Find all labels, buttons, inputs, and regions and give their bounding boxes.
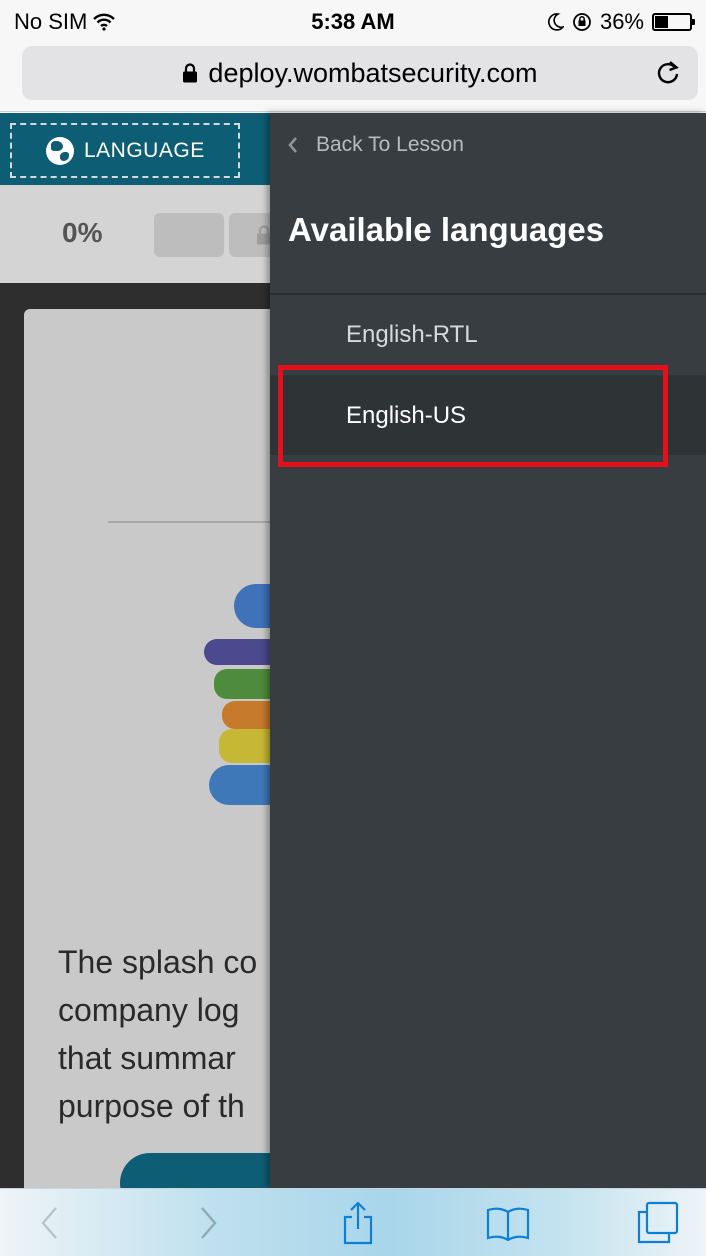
lock-icon — [183, 63, 198, 83]
back-button[interactable] — [28, 1201, 72, 1245]
reload-icon[interactable] — [654, 58, 682, 86]
forward-button[interactable] — [186, 1201, 230, 1245]
browser-toolbar — [0, 1188, 706, 1256]
url-field[interactable]: deploy.wombatsecurity.com — [22, 46, 698, 100]
share-icon — [343, 1201, 373, 1245]
battery-fill — [655, 16, 668, 28]
share-button[interactable] — [336, 1201, 380, 1245]
back-to-lesson-link[interactable]: Back To Lesson — [286, 133, 464, 157]
progress-segment — [154, 213, 224, 257]
rotation-lock-icon — [573, 13, 591, 31]
back-icon — [41, 1207, 57, 1239]
battery-percent: 36% — [599, 9, 644, 34]
bookmarks-button[interactable] — [486, 1201, 530, 1245]
back-to-lesson-label: Back To Lesson — [316, 133, 464, 156]
browser-address-bar: deploy.wombatsecurity.com — [0, 40, 706, 112]
progress-percent: 0% — [62, 217, 103, 248]
language-option-label: English-RTL — [346, 321, 478, 348]
language-button[interactable]: LANGUAGE — [10, 123, 240, 178]
chevron-left-icon — [288, 137, 297, 153]
bookmarks-icon — [486, 1207, 530, 1241]
battery-icon — [652, 13, 695, 31]
tabs-icon — [637, 1201, 679, 1244]
url-text: deploy.wombatsecurity.com — [208, 57, 538, 88]
language-option-english-rtl[interactable]: English-RTL — [270, 295, 706, 375]
language-drawer: Back To Lesson Available languages Engli… — [270, 113, 706, 1188]
language-button-label: LANGUAGE — [84, 138, 205, 162]
status-bar: No SIM 5:38 AM 36% — [0, 0, 706, 40]
status-right: 36% — [547, 9, 695, 35]
moon-icon — [547, 13, 564, 31]
forward-icon — [201, 1207, 217, 1239]
globe-icon — [46, 136, 74, 165]
drawer-title: Available languages — [288, 211, 605, 248]
tabs-button[interactable] — [636, 1201, 680, 1245]
highlight-annotation — [278, 365, 668, 467]
